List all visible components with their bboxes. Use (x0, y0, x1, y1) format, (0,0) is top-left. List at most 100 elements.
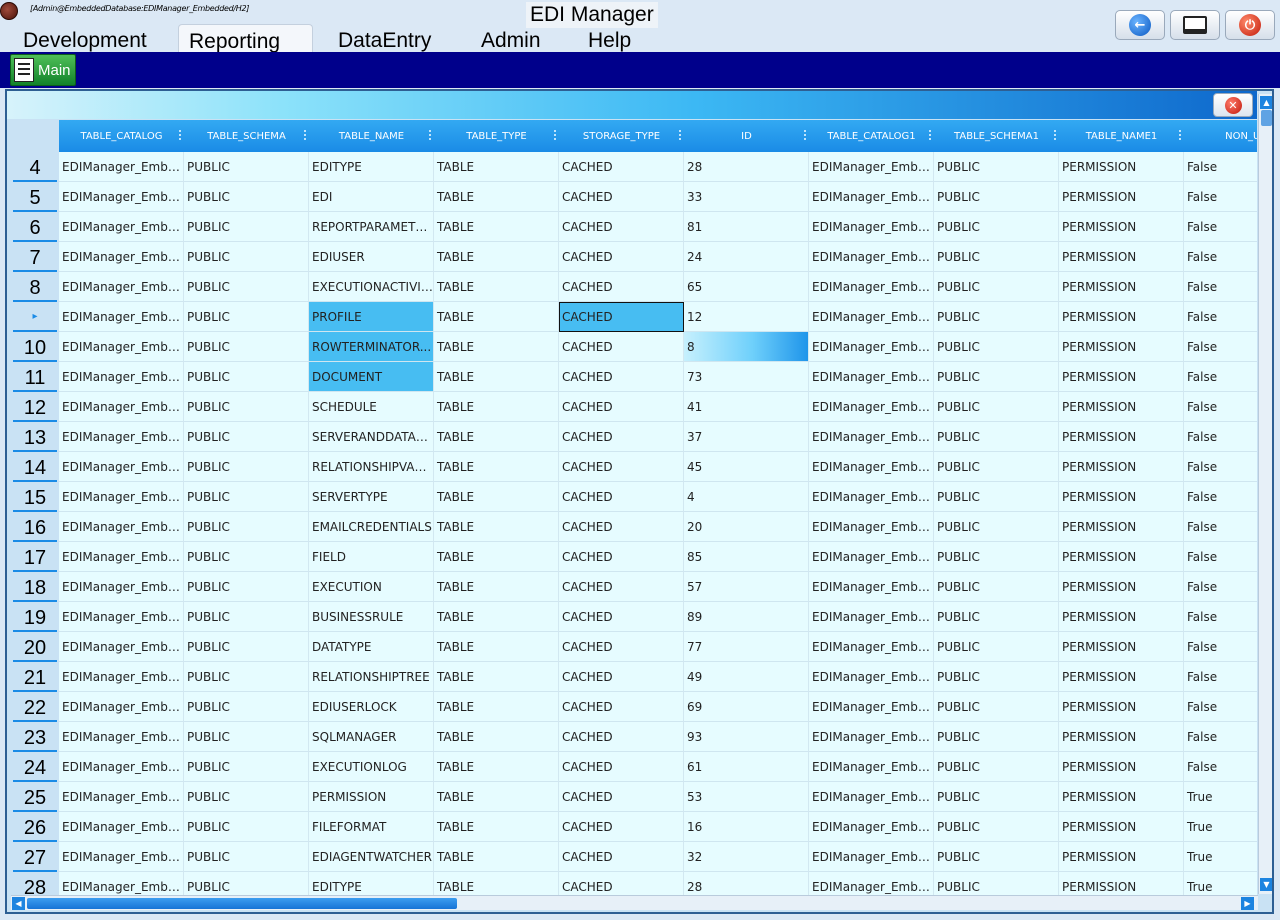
table-cell[interactable]: 73 (684, 362, 809, 392)
table-cell[interactable]: PERMISSION (1059, 782, 1184, 812)
table-cell[interactable]: CACHED (559, 542, 684, 572)
row-number[interactable]: 23 (13, 722, 57, 752)
table-cell[interactable]: SERVERTYPE (309, 482, 434, 512)
table-cell[interactable]: PUBLIC (934, 632, 1059, 662)
table-cell[interactable]: DOCUMENT (309, 362, 434, 392)
column-header[interactable]: ID (684, 120, 809, 152)
table-cell[interactable]: TABLE (434, 632, 559, 662)
table-cell[interactable]: False (1184, 452, 1257, 482)
scroll-right-icon[interactable]: ▶ (1241, 897, 1254, 910)
table-cell[interactable]: PERMISSION (1059, 542, 1184, 572)
row-number[interactable]: 25 (13, 782, 57, 812)
table-cell[interactable]: False (1184, 722, 1257, 752)
table-cell[interactable]: PUBLIC (184, 842, 309, 872)
table-cell[interactable]: PROFILE (309, 302, 434, 332)
table-cell[interactable]: PERMISSION (1059, 152, 1184, 182)
table-cell[interactable]: 28 (684, 152, 809, 182)
table-row[interactable]: EDIManager_Embe... PUBLIC FILEFORMAT TABLE C… (59, 812, 1257, 842)
row-number[interactable]: 27 (13, 842, 57, 872)
table-cell[interactable]: CACHED (559, 512, 684, 542)
table-cell[interactable]: CACHED (559, 752, 684, 782)
scroll-down-icon[interactable]: ▼ (1260, 878, 1272, 891)
table-cell[interactable]: PERMISSION (1059, 812, 1184, 842)
table-cell[interactable]: PERMISSION (1059, 602, 1184, 632)
current-row-indicator[interactable]: ▸ (13, 302, 57, 332)
table-cell[interactable]: EDIManager_Embe... (809, 452, 934, 482)
table-cell[interactable]: False (1184, 332, 1257, 362)
table-cell[interactable]: EDIManager_Embe... (809, 692, 934, 722)
table-row[interactable]: EDIManager_Embe... PUBLIC EXECUTIONACTIVIT… (59, 272, 1257, 302)
table-cell[interactable]: SCHEDULE (309, 392, 434, 422)
table-row[interactable]: EDIManager_Embe... PUBLIC FIELD TABLE CACHED… (59, 542, 1257, 572)
table-cell[interactable]: CACHED (559, 452, 684, 482)
table-cell[interactable]: EDIManager_Embe... (809, 482, 934, 512)
table-cell[interactable]: PERMISSION (1059, 332, 1184, 362)
table-cell[interactable]: True (1184, 782, 1257, 812)
table-cell[interactable]: PUBLIC (184, 422, 309, 452)
table-cell[interactable]: True (1184, 812, 1257, 842)
row-number[interactable]: 8 (13, 272, 57, 302)
table-cell[interactable]: EDIManager_Embe... (59, 512, 184, 542)
table-cell[interactable]: EDIManager_Embe... (809, 362, 934, 392)
table-cell[interactable]: PUBLIC (184, 452, 309, 482)
table-cell[interactable]: CACHED (559, 302, 684, 332)
table-row[interactable]: EDIManager_Embe... PUBLIC SCHEDULE TABLE CAC… (59, 392, 1257, 422)
table-cell[interactable]: REPORTPARAMETE... (309, 212, 434, 242)
table-cell[interactable]: TABLE (434, 392, 559, 422)
table-cell[interactable]: False (1184, 272, 1257, 302)
table-cell[interactable]: PERMISSION (1059, 512, 1184, 542)
table-cell[interactable]: EXECUTION (309, 572, 434, 602)
row-number[interactable]: 24 (13, 752, 57, 782)
table-cell[interactable]: 81 (684, 212, 809, 242)
table-cell[interactable]: ROWTERMINATOR... (309, 332, 434, 362)
table-cell[interactable]: 49 (684, 662, 809, 692)
table-cell[interactable]: EDIManager_Embe... (809, 392, 934, 422)
table-cell[interactable]: EDIManager_Embe... (59, 182, 184, 212)
table-cell[interactable]: PUBLIC (934, 182, 1059, 212)
table-cell[interactable]: TABLE (434, 482, 559, 512)
table-cell[interactable]: PERMISSION (1059, 362, 1184, 392)
table-cell[interactable]: PUBLIC (934, 512, 1059, 542)
table-cell[interactable]: False (1184, 212, 1257, 242)
menu-development[interactable]: Development (13, 24, 157, 52)
table-row[interactable]: EDIManager_Embe... PUBLIC PERMISSION TABLE C… (59, 782, 1257, 812)
window-mode-button[interactable] (1170, 10, 1220, 40)
table-cell[interactable]: PUBLIC (184, 152, 309, 182)
table-cell[interactable]: EDIManager_Embe... (59, 542, 184, 572)
table-cell[interactable]: EDIManager_Embe... (809, 572, 934, 602)
row-number[interactable]: 19 (13, 602, 57, 632)
table-cell[interactable]: CACHED (559, 152, 684, 182)
table-cell[interactable]: 12 (684, 302, 809, 332)
table-cell[interactable]: TABLE (434, 302, 559, 332)
table-cell[interactable]: TABLE (434, 542, 559, 572)
row-number[interactable]: 11 (13, 362, 57, 392)
table-cell[interactable]: BUSINESSRULE (309, 602, 434, 632)
table-cell[interactable]: True (1184, 842, 1257, 872)
table-cell[interactable]: PUBLIC (934, 482, 1059, 512)
table-cell[interactable]: PUBLIC (934, 272, 1059, 302)
table-cell[interactable]: EDIManager_Embe... (809, 242, 934, 272)
column-header[interactable]: NON_UN (1184, 120, 1257, 152)
horizontal-scrollbar[interactable]: ◀ ▶ (11, 895, 1258, 910)
table-row[interactable]: EDIManager_Embe... PUBLIC PROFILE TABLE CACH… (59, 302, 1257, 332)
table-cell[interactable]: EDI (309, 182, 434, 212)
table-cell[interactable]: PUBLIC (184, 572, 309, 602)
table-cell[interactable]: CACHED (559, 572, 684, 602)
table-cell[interactable]: EMAILCREDENTIALS (309, 512, 434, 542)
column-header[interactable]: TABLE_SCHEMA (184, 120, 309, 152)
table-cell[interactable]: PUBLIC (184, 752, 309, 782)
table-cell[interactable]: False (1184, 512, 1257, 542)
table-cell[interactable]: TABLE (434, 512, 559, 542)
table-cell[interactable]: PERMISSION (1059, 572, 1184, 602)
table-cell[interactable]: PUBLIC (934, 752, 1059, 782)
table-cell[interactable]: CACHED (559, 362, 684, 392)
table-cell[interactable]: 16 (684, 812, 809, 842)
table-cell[interactable]: PERMISSION (1059, 242, 1184, 272)
table-cell[interactable]: EDIManager_Embe... (59, 452, 184, 482)
table-cell[interactable]: EDIUSERLOCK (309, 692, 434, 722)
table-cell[interactable]: CACHED (559, 422, 684, 452)
table-cell[interactable]: PUBLIC (934, 212, 1059, 242)
table-cell[interactable]: CACHED (559, 602, 684, 632)
table-cell[interactable]: PUBLIC (934, 152, 1059, 182)
table-cell[interactable]: 77 (684, 632, 809, 662)
